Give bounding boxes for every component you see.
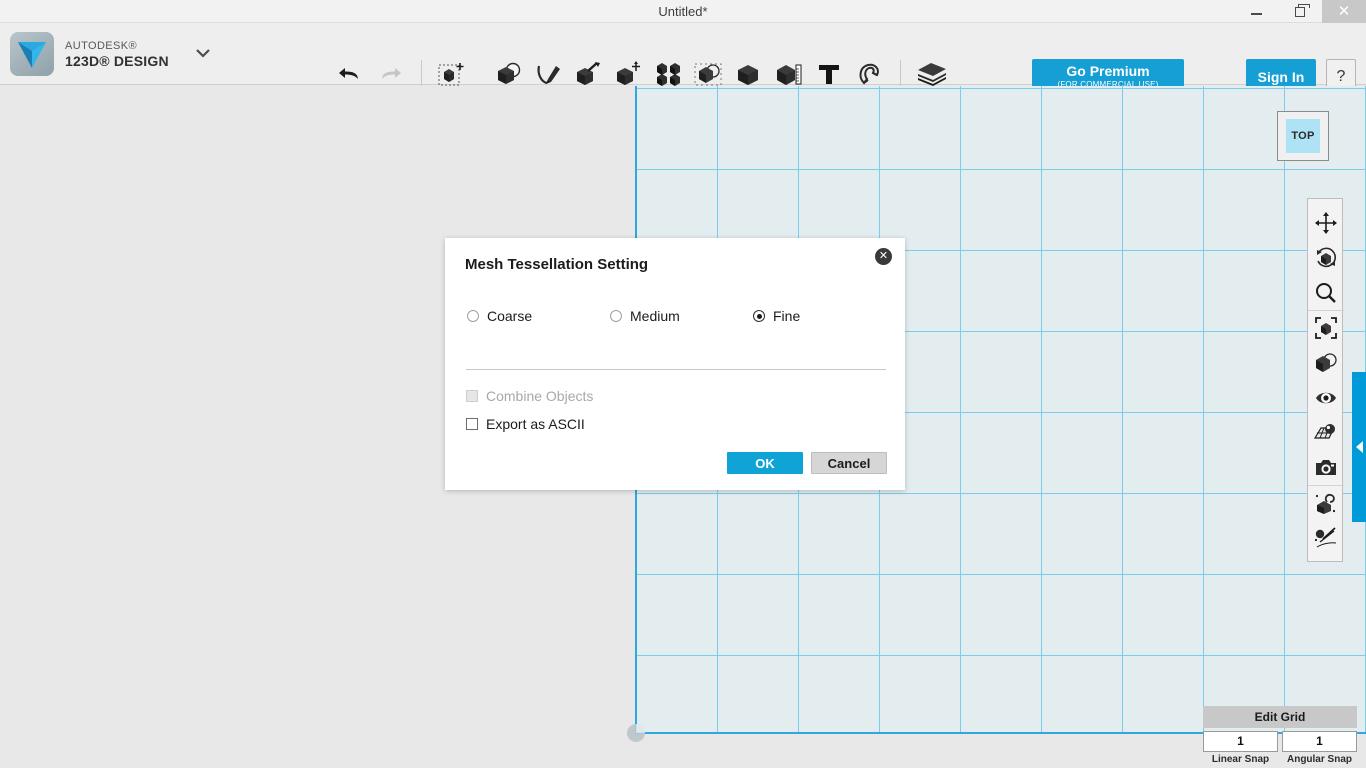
radio-medium-label: Medium <box>630 308 680 324</box>
toolbar-divider <box>421 60 422 86</box>
grid-origin-marker[interactable] <box>627 724 645 742</box>
radio-fine-indicator <box>753 310 765 322</box>
checkbox-combine-objects-box <box>466 390 478 402</box>
minimize-icon <box>1250 13 1262 15</box>
panel-expand-tab[interactable] <box>1352 372 1366 522</box>
orbit-icon[interactable] <box>1308 240 1344 275</box>
dialog-title: Mesh Tessellation Setting <box>465 256 649 273</box>
mesh-tessellation-dialog: Mesh Tessellation Setting ✕ Coarse Mediu… <box>445 238 905 490</box>
linear-snap-input[interactable]: 1 <box>1203 731 1278 752</box>
snap-labels-row: Linear Snap Angular Snap <box>1203 754 1363 765</box>
maximize-button[interactable] <box>1278 0 1322 23</box>
linear-snap-label: Linear Snap <box>1211 754 1270 765</box>
app-header: AUTODESK® 123D® DESIGN Go Premium (FOR C… <box>0 23 1366 94</box>
pan-icon[interactable] <box>1308 205 1344 240</box>
checkbox-export-ascii[interactable]: Export as ASCII <box>466 416 593 432</box>
grid-controls: Edit Grid 1 1 Linear Snap Angular Snap <box>1203 706 1363 765</box>
materials-icon[interactable] <box>1308 485 1344 520</box>
angular-snap-input[interactable]: 1 <box>1282 731 1357 752</box>
tessellation-radio-group: Coarse Medium Fine <box>467 308 887 324</box>
window-title: Untitled* <box>658 4 708 19</box>
radio-coarse-label: Coarse <box>487 308 533 324</box>
radio-fine-label: Fine <box>773 308 801 324</box>
radio-medium-indicator <box>610 310 622 322</box>
view-cube-icon[interactable] <box>1308 345 1344 380</box>
maximize-icon <box>1295 3 1310 17</box>
checkbox-combine-objects-label: Combine Objects <box>486 388 594 404</box>
autodesk-123d-logo-icon <box>10 32 54 76</box>
dialog-buttons: OK Cancel <box>727 452 887 474</box>
close-icon: ✕ <box>1337 3 1351 20</box>
view-cube-label: TOP <box>1286 119 1320 153</box>
grid-snap-icon[interactable] <box>1308 415 1344 450</box>
checkbox-combine-objects: Combine Objects <box>466 388 593 404</box>
brand-line-autodesk: AUTODESK® <box>65 39 138 52</box>
view-cube[interactable]: TOP <box>1277 111 1329 161</box>
toolbar-divider-2 <box>900 60 901 86</box>
checkbox-export-ascii-label: Export as ASCII <box>486 416 585 432</box>
brand-area: AUTODESK® 123D® DESIGN <box>10 32 211 76</box>
dialog-divider <box>466 369 886 370</box>
radio-coarse-indicator <box>467 310 479 322</box>
checkbox-export-ascii-box <box>466 418 478 430</box>
radio-fine[interactable]: Fine <box>753 308 800 324</box>
brand-line-product: 123D® DESIGN <box>65 52 169 69</box>
close-button[interactable]: ✕ <box>1322 0 1366 23</box>
radio-coarse[interactable]: Coarse <box>467 308 610 324</box>
cancel-button[interactable]: Cancel <box>811 452 887 474</box>
radio-medium[interactable]: Medium <box>610 308 753 324</box>
navigation-toolbar <box>1307 198 1344 562</box>
snap-inputs-row: 1 1 <box>1203 731 1363 752</box>
minimize-button[interactable] <box>1234 0 1278 23</box>
brand-text: AUTODESK® 123D® DESIGN <box>65 40 169 69</box>
angular-snap-label: Angular Snap <box>1286 754 1352 765</box>
edit-grid-button[interactable]: Edit Grid <box>1203 706 1357 728</box>
visibility-icon[interactable] <box>1308 380 1344 415</box>
chevron-down-icon[interactable] <box>195 45 211 63</box>
camera-icon[interactable] <box>1308 450 1344 485</box>
chevron-left-icon <box>1355 441 1363 453</box>
zoom-icon[interactable] <box>1308 275 1344 310</box>
effects-icon[interactable] <box>1308 520 1344 555</box>
close-icon[interactable]: ✕ <box>875 248 892 265</box>
go-premium-label: Go Premium <box>1066 62 1150 79</box>
fit-icon[interactable] <box>1308 310 1344 345</box>
dialog-options: Combine Objects Export as ASCII <box>466 388 593 444</box>
ok-button[interactable]: OK <box>727 452 803 474</box>
title-bar: Untitled* ✕ <box>0 0 1366 23</box>
